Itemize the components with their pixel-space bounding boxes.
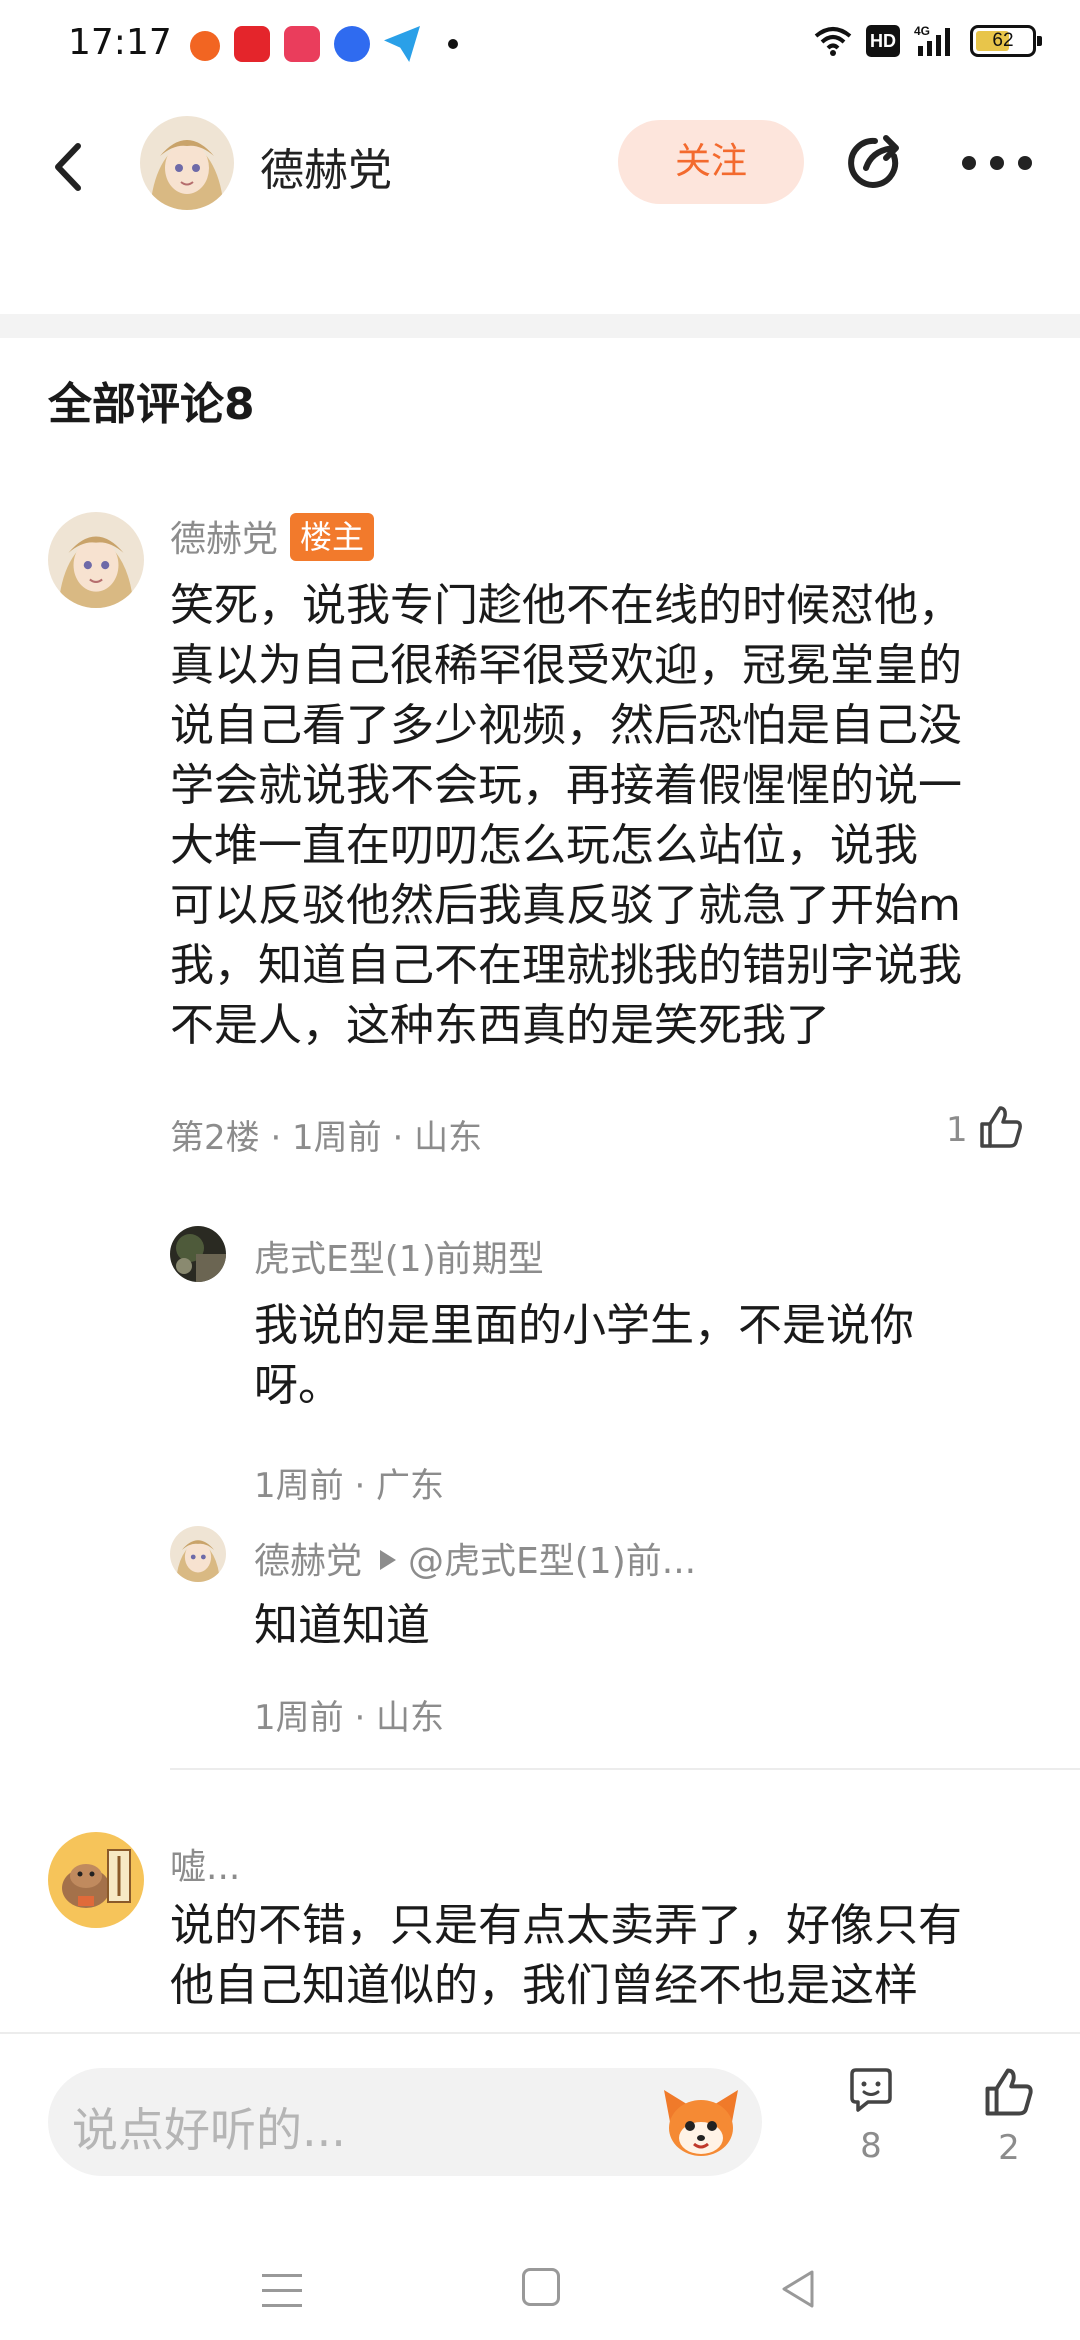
thumbs-up-icon	[985, 2068, 1033, 2116]
battery-icon: 62	[970, 25, 1042, 57]
paper-plane-icon	[384, 26, 420, 62]
more-dot	[962, 156, 976, 170]
xiaohongshu-icon	[284, 26, 320, 62]
more-dot	[990, 156, 1004, 170]
status-time: 17:17	[68, 22, 172, 63]
comment-line: 真以为自己很稀罕很受欢迎，冠冕堂皇的	[170, 640, 962, 691]
like-button[interactable]: 2	[974, 2066, 1044, 2168]
reply-meta: 1周前 · 广东	[254, 1466, 445, 1506]
commenter-avatar[interactable]	[48, 1832, 144, 1928]
app-red-icon	[234, 26, 270, 62]
battery-level: 62	[992, 30, 1014, 51]
share-icon	[848, 135, 899, 188]
share-button[interactable]	[842, 130, 908, 196]
reply-line: 知道知道	[254, 1600, 430, 1651]
comment-text[interactable]: 说的不错，只是有点太卖弄了，好像只有 他自己知道似的，我们曾经不也是这样	[170, 1896, 962, 2016]
reply-avatar[interactable]	[170, 1226, 226, 1282]
commenter-name[interactable]: 德赫党 楼主	[170, 510, 375, 565]
weibo-icon	[190, 30, 220, 61]
wifi-icon	[814, 26, 852, 56]
system-icons: HD 4G 62	[814, 24, 1042, 58]
comment-line: 学会就说我不会玩，再接着假惺惺的说一	[170, 760, 962, 811]
section-divider	[0, 314, 1080, 338]
baidu-icon	[334, 26, 370, 62]
status-bar: 17:17 HD 4G 62	[0, 0, 1080, 96]
comments-title: 全部评论8	[48, 379, 255, 430]
reply-author-name[interactable]: 虎式E型(1)前期型	[254, 1230, 544, 1282]
more-dot	[1018, 156, 1032, 170]
nav-back-button[interactable]	[778, 2268, 818, 2310]
comment-line: 说自己看了多少视频，然后恐怕是自己没	[170, 700, 962, 751]
comment-like-count[interactable]: 1	[946, 1110, 968, 1150]
like-count: 2	[998, 2128, 1020, 2168]
svg-text:4G: 4G	[914, 24, 930, 38]
comment-line: 可以反驳他然后我真反驳了就急了开始m	[170, 880, 961, 931]
comment-meta: 第2楼 · 1周前 · 山东	[170, 1118, 483, 1158]
notification-icons	[190, 26, 458, 62]
more-notifications-dot-icon	[448, 39, 458, 49]
recent-apps-button[interactable]	[262, 2274, 302, 2310]
chevron-left-icon	[55, 143, 81, 191]
signal-icon: 4G	[914, 24, 956, 58]
comment-line: 说的不错，只是有点太卖弄了，好像只有	[170, 1900, 962, 1951]
triangle-back-icon	[782, 2270, 814, 2308]
back-button[interactable]	[40, 132, 100, 202]
reply-to-mention: @虎式E型(1)前...	[408, 1541, 697, 1582]
comment-bar: 说点好听的... 8 2	[0, 2032, 1080, 2182]
comment-line: 笑死，说我专门趁他不在线的时候怼他，	[170, 580, 962, 631]
comment-bubble-icon	[850, 2068, 892, 2112]
follow-button[interactable]: 关注	[618, 120, 804, 204]
thread-divider	[170, 1768, 1080, 1770]
comment-text[interactable]: 笑死，说我专门趁他不在线的时候怼他， 真以为自己很稀罕很受欢迎，冠冕堂皇的 说自…	[170, 576, 962, 1056]
reply-line: 呀。	[254, 1360, 342, 1411]
hd-icon: HD	[866, 25, 900, 57]
menu-line	[262, 2304, 302, 2307]
comment-input-placeholder: 说点好听的...	[72, 2103, 346, 2157]
comment-count: 8	[860, 2126, 882, 2166]
thumbs-up-icon[interactable]	[978, 1104, 1024, 1154]
post-header: 德赫党 关注	[0, 110, 1080, 220]
author-name[interactable]: 德赫党	[260, 134, 392, 198]
reply-avatar[interactable]	[170, 1526, 226, 1582]
commenter-avatar[interactable]	[48, 512, 144, 608]
reply-line: 我说的是里面的小学生，不是说你	[254, 1300, 914, 1351]
menu-line	[262, 2274, 302, 2277]
reply-text[interactable]: 我说的是里面的小学生，不是说你 呀。	[254, 1296, 914, 1416]
emoji-mascot-icon[interactable]	[660, 2082, 742, 2162]
author-avatar[interactable]	[140, 116, 234, 210]
comment-input[interactable]: 说点好听的...	[48, 2068, 762, 2176]
more-button[interactable]	[962, 150, 1032, 176]
battery-tip	[1037, 36, 1042, 46]
reply-arrow-icon	[380, 1550, 397, 1570]
comment-line: 大堆一直在叨叨怎么玩怎么站位，说我	[170, 820, 918, 871]
op-badge: 楼主	[290, 513, 375, 561]
system-nav-bar	[0, 2190, 1080, 2340]
reply-meta: 1周前 · 山东	[254, 1698, 445, 1738]
comment-line: 不是人，这种东西真的是笑死我了	[170, 1000, 830, 1051]
menu-line	[262, 2289, 302, 2292]
comment-count-button[interactable]: 8	[836, 2066, 906, 2166]
comment-line: 我，知道自己不在理就挑我的错别字说我	[170, 940, 962, 991]
reply-text[interactable]: 知道知道	[254, 1596, 430, 1656]
commenter-name[interactable]: 嘘...	[170, 1838, 240, 1890]
reply-author-name-text: 德赫党	[254, 1541, 363, 1582]
reply-author-name[interactable]: 德赫党 @虎式E型(1)前...	[254, 1532, 696, 1584]
comment-line: 他自己知道似的，我们曾经不也是这样	[170, 1960, 918, 2011]
home-button[interactable]	[522, 2268, 560, 2306]
commenter-name-text: 德赫党	[170, 519, 279, 560]
